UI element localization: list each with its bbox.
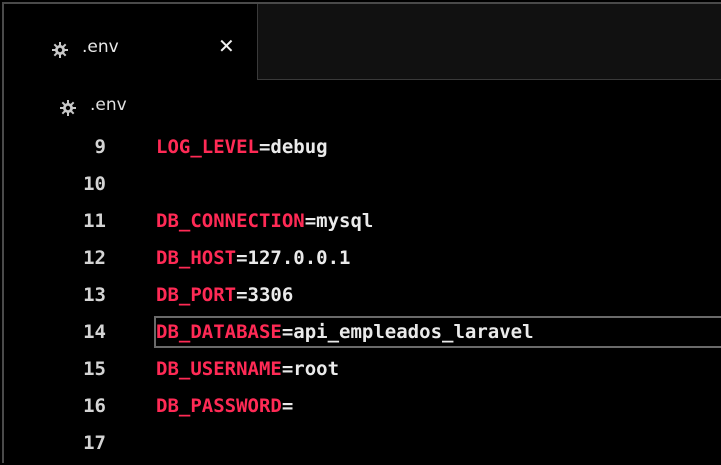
equals-sign: = xyxy=(236,284,248,306)
code-line[interactable]: 16 DB_PASSWORD= xyxy=(4,389,721,426)
code-line[interactable]: 11 DB_CONNECTION=mysql xyxy=(4,204,721,241)
line-number: 17 xyxy=(83,432,106,454)
code-editor[interactable]: 9 LOG_LEVEL=debug 10 11 DB_CONNECTION=my… xyxy=(4,130,721,465)
env-value: 127.0.0.1 xyxy=(247,247,351,269)
env-value: 3306 xyxy=(247,284,294,306)
line-number: 12 xyxy=(83,247,106,269)
equals-sign: = xyxy=(236,247,248,269)
code-line[interactable]: 9 LOG_LEVEL=debug xyxy=(4,130,721,167)
code-text: DB_HOST=127.0.0.1 xyxy=(156,247,350,269)
tab-bar: .env ✕ xyxy=(4,4,721,80)
editor-window: .env ✕ .env 9 LOG_LEVEL=debug 10 11 DB_C… xyxy=(2,2,721,463)
env-key: DB_DATABASE xyxy=(156,321,282,343)
equals-sign: = xyxy=(258,136,271,158)
line-number: 9 xyxy=(94,136,106,158)
env-value: api_empleados_laravel xyxy=(293,321,534,343)
code-text: DB_PORT=3306 xyxy=(156,284,293,306)
code-text: DB_DATABASE=api_empleados_laravel xyxy=(156,321,534,343)
env-key: DB_PORT xyxy=(156,284,237,306)
tab-env[interactable]: .env ✕ xyxy=(4,4,258,80)
code-line[interactable]: 15 DB_USERNAME=root xyxy=(4,352,721,389)
code-line[interactable]: 10 xyxy=(4,167,721,204)
code-text: DB_PASSWORD= xyxy=(156,395,293,417)
line-number: 10 xyxy=(83,173,106,195)
breadcrumb-label: .env xyxy=(90,95,127,115)
equals-sign: = xyxy=(304,210,317,232)
code-text: DB_CONNECTION=mysql xyxy=(156,210,373,232)
equals-sign: = xyxy=(281,321,294,343)
env-key: DB_PASSWORD xyxy=(156,395,282,417)
code-line-current[interactable]: 14 DB_DATABASE=api_empleados_laravel xyxy=(4,315,721,352)
line-number: 16 xyxy=(83,395,106,417)
line-number: 15 xyxy=(83,358,106,380)
equals-sign: = xyxy=(281,358,294,380)
line-number: 14 xyxy=(83,321,106,343)
env-value: debug xyxy=(270,136,328,158)
env-key: DB_USERNAME xyxy=(156,358,282,380)
tab-label: .env xyxy=(82,37,119,57)
code-line[interactable]: 17 xyxy=(4,426,721,463)
env-key: DB_HOST xyxy=(156,247,237,269)
env-value: mysql xyxy=(316,210,374,232)
line-number: 13 xyxy=(83,284,106,306)
close-icon[interactable]: ✕ xyxy=(218,34,235,58)
code-line[interactable]: 13 DB_PORT=3306 xyxy=(4,278,721,315)
code-line[interactable]: 12 DB_HOST=127.0.0.1 xyxy=(4,241,721,278)
env-key: DB_CONNECTION xyxy=(156,210,305,232)
gear-icon xyxy=(52,42,68,62)
line-number: 11 xyxy=(83,210,106,232)
gear-icon xyxy=(60,100,76,120)
env-value: root xyxy=(293,358,340,380)
env-key: LOG_LEVEL xyxy=(156,136,259,158)
code-text: LOG_LEVEL=debug xyxy=(156,136,328,158)
code-text: DB_USERNAME=root xyxy=(156,358,339,380)
tab-divider xyxy=(258,79,721,80)
equals-sign: = xyxy=(281,395,294,417)
